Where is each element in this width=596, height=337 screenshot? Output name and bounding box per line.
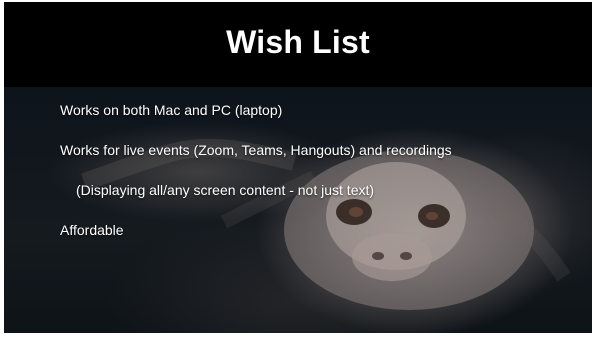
bullet-item: Works on both Mac and PC (laptop) — [60, 102, 283, 118]
bullet-item: Affordable — [60, 222, 124, 238]
bullet-list: Works on both Mac and PC (laptop) Works … — [60, 101, 452, 261]
title-band: Wish List — [4, 2, 592, 87]
slide-title: Wish List — [226, 24, 370, 60]
slide: Wish List Works on both Mac and PC (lapt… — [4, 2, 592, 333]
bullet-item-subnote: (Displaying all/any screen content - not… — [76, 182, 375, 198]
bullet-item: Works for live events (Zoom, Teams, Hang… — [60, 142, 452, 158]
